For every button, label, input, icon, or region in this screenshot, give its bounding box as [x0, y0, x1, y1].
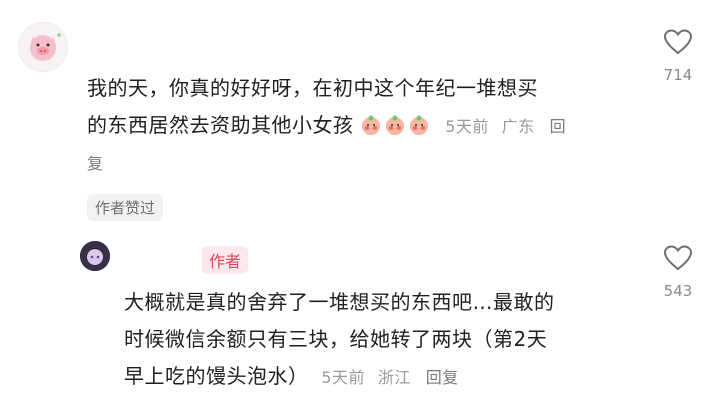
comment-line: 的东西居然去资助其他小女孩: [87, 113, 354, 137]
comment-line: 我的天，你真的好好呀，在初中这个年纪一堆想买: [87, 76, 538, 100]
comment-line-2: 的东西居然去资助其他小女孩 5天前 广东 回: [87, 107, 627, 145]
comment-time: 5天前: [321, 368, 366, 387]
character-avatar-icon: [80, 241, 110, 271]
author-liked-badge: 作者赞过: [87, 194, 164, 221]
pig-avatar-icon: [30, 33, 61, 61]
blushing-peach-emoji: [386, 115, 405, 135]
comment-location: 浙江: [377, 368, 411, 387]
author-badge: 作者: [202, 246, 249, 274]
reply-button[interactable]: 回复: [426, 368, 459, 387]
comment-line: 大概就是真的舍弃了一堆想买的东西吧…最敢的: [124, 290, 555, 314]
avatar[interactable]: [18, 22, 68, 72]
comment-text: 大概就是真的舍弃了一堆想买的东西吧…最敢的 时候微信余额只有三块，给她转了两块（…: [124, 284, 644, 396]
comment-line-3: 早上吃的馒头泡水） 5天前 浙江 回复: [124, 358, 644, 396]
comment-line: 时候微信余额只有三块，给她转了两块（第2天: [124, 327, 548, 351]
blushing-peach-emoji: [362, 115, 381, 135]
avatar[interactable]: [80, 241, 110, 271]
reply-button-continued[interactable]: 复: [87, 145, 627, 182]
comment-location: 广东: [501, 117, 535, 136]
reply-button[interactable]: 回: [550, 117, 567, 136]
like-count: 714: [663, 66, 693, 84]
like-count: 543: [663, 282, 693, 300]
emoji-group: [354, 113, 440, 137]
like-button[interactable]: 543: [658, 244, 698, 300]
like-button[interactable]: 714: [658, 28, 698, 84]
comment-time: 5天前: [445, 117, 489, 136]
blushing-peach-emoji: [410, 115, 429, 135]
heart-icon: [663, 29, 693, 55]
heart-icon: [663, 245, 693, 271]
comment-line: 早上吃的馒头泡水）: [124, 364, 309, 388]
comment-text: 我的天，你真的好好呀，在初中这个年纪一堆想买 的东西居然去资助其他小女孩 5天前…: [87, 70, 627, 182]
